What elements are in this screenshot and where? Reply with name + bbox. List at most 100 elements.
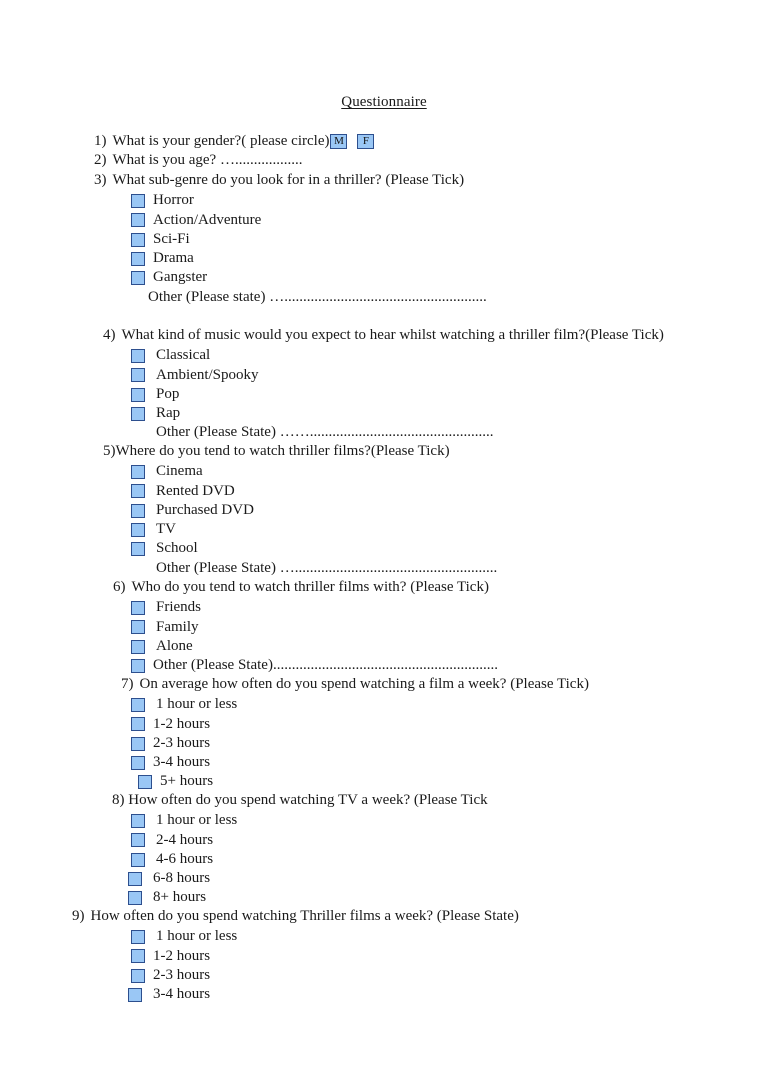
option-label: 8+ hours (153, 889, 207, 906)
option-row[interactable]: Ambient/Spooky (131, 366, 664, 385)
gender-choice-group: MF (330, 134, 375, 150)
checkbox[interactable] (128, 987, 142, 1002)
option-label: Sci-Fi (153, 230, 190, 247)
option-row[interactable]: Rap (131, 404, 664, 423)
checkbox[interactable] (131, 929, 145, 944)
question-6-text: Who do you tend to watch thriller films … (131, 579, 489, 595)
option-label: Family (156, 618, 199, 635)
gender-option-male[interactable]: M (330, 134, 348, 150)
option-label: Pop (156, 385, 180, 402)
checkbox[interactable] (131, 542, 145, 557)
checkbox[interactable] (131, 213, 145, 228)
question-3-number: 3) (94, 172, 107, 188)
checkbox[interactable] (128, 871, 142, 886)
checkbox[interactable] (131, 813, 145, 828)
checkbox[interactable] (131, 193, 145, 208)
option-label: 1-2 hours (153, 947, 211, 964)
checkbox[interactable] (131, 348, 145, 363)
checkbox[interactable] (128, 891, 142, 906)
option-row[interactable]: Family (131, 618, 498, 637)
other-row[interactable]: Other (Please State)....................… (131, 656, 498, 675)
option-label: 4-6 hours (156, 850, 214, 867)
option-row[interactable]: TV (131, 520, 497, 539)
checkbox[interactable] (131, 755, 145, 770)
question-2-text[interactable]: What is you age? ….................. (113, 152, 303, 168)
question-3-title: 3) What sub-genre do you look for in a th… (94, 171, 487, 190)
gender-option-female[interactable]: F (357, 134, 375, 150)
question-5-title: 5)Where do you tend to watch thriller fi… (103, 442, 497, 461)
option-label: Rap (156, 405, 181, 422)
checkbox[interactable] (131, 600, 145, 615)
checkbox[interactable] (131, 620, 145, 635)
option-row[interactable]: Gangster (131, 268, 487, 287)
question-5-number: 5) (103, 443, 116, 459)
option-row[interactable]: Sci-Fi (131, 230, 487, 249)
option-row[interactable]: Horror (131, 191, 487, 210)
checkbox[interactable] (131, 717, 145, 732)
question-3-text: What sub-genre do you look for in a thri… (112, 172, 465, 188)
option-row[interactable]: Purchased DVD (131, 501, 497, 520)
option-row[interactable]: 2-4 hours (131, 831, 488, 850)
other-row[interactable]: Other (Please state) …..................… (148, 288, 487, 307)
option-row[interactable]: 1 hour or less (131, 927, 519, 946)
option-row[interactable]: 1 hour or less (131, 695, 589, 714)
option-row[interactable]: Classical (131, 346, 664, 365)
option-row[interactable]: Action/Adventure (131, 211, 487, 230)
option-row[interactable]: Alone (131, 637, 498, 656)
option-label: 5+ hours (160, 773, 214, 790)
checkbox[interactable] (131, 484, 145, 499)
checkbox[interactable] (131, 464, 145, 479)
option-row[interactable]: Friends (131, 598, 498, 617)
checkbox[interactable] (138, 775, 152, 790)
option-label: 1-2 hours (153, 715, 211, 732)
checkbox[interactable] (131, 852, 145, 867)
option-row[interactable]: 3-4 hours (131, 753, 589, 772)
checkbox[interactable] (131, 387, 145, 402)
option-row[interactable]: 1-2 hours (131, 947, 519, 966)
option-row[interactable]: 5+ hours (138, 772, 589, 791)
checkbox[interactable] (131, 736, 145, 751)
question-9-options: 1 hour or less 1-2 hours 2-3 hours 3-4 h… (128, 927, 519, 1004)
checkbox[interactable] (131, 503, 145, 518)
checkbox[interactable] (131, 949, 145, 964)
option-label: 2-4 hours (156, 831, 214, 848)
checkbox[interactable] (131, 368, 145, 383)
option-label: Alone (156, 637, 193, 654)
other-row[interactable]: Other (Please State) …..................… (156, 559, 497, 578)
option-label: School (156, 540, 198, 557)
option-row[interactable]: 6-8 hours (128, 869, 488, 888)
checkbox[interactable] (131, 658, 145, 673)
option-row[interactable]: 8+ hours (128, 888, 488, 907)
option-row[interactable]: 1-2 hours (131, 715, 589, 734)
option-row[interactable]: Pop (131, 385, 664, 404)
option-row[interactable]: Cinema (131, 462, 497, 481)
question-2: 2) What is you age? ….................. (94, 151, 302, 170)
other-row[interactable]: Other (Please State) …….................… (156, 423, 664, 442)
checkbox[interactable] (131, 522, 145, 537)
option-row[interactable]: Rented DVD (131, 482, 497, 501)
checkbox[interactable] (131, 232, 145, 247)
option-row[interactable]: 3-4 hours (128, 985, 519, 1004)
question-2-title: 2) What is you age? ….................. (94, 151, 302, 170)
option-row[interactable]: School (131, 539, 497, 558)
option-label: 1 hour or less (156, 812, 238, 829)
checkbox[interactable] (131, 251, 145, 266)
question-8-text: How often do you spend watching TV a wee… (128, 792, 488, 808)
checkbox[interactable] (131, 968, 145, 983)
checkbox[interactable] (131, 271, 145, 286)
option-row[interactable]: 2-3 hours (131, 966, 519, 985)
question-1-number: 1) (94, 133, 107, 149)
checkbox[interactable] (131, 833, 145, 848)
checkbox[interactable] (131, 697, 145, 712)
option-row[interactable]: Drama (131, 249, 487, 268)
option-row[interactable]: 4-6 hours (131, 850, 488, 869)
question-6-options: Friends Family Alone Other (Please State… (131, 598, 498, 675)
page-title: Questionnaire (0, 93, 768, 112)
checkbox[interactable] (131, 406, 145, 421)
option-row[interactable]: 2-3 hours (131, 734, 589, 753)
option-label: Purchased DVD (156, 501, 254, 518)
checkbox[interactable] (131, 639, 145, 654)
option-label: Horror (153, 192, 194, 209)
option-row[interactable]: 1 hour or less (131, 811, 488, 830)
question-4-options: Classical Ambient/Spooky Pop Rap Other (… (131, 346, 664, 442)
